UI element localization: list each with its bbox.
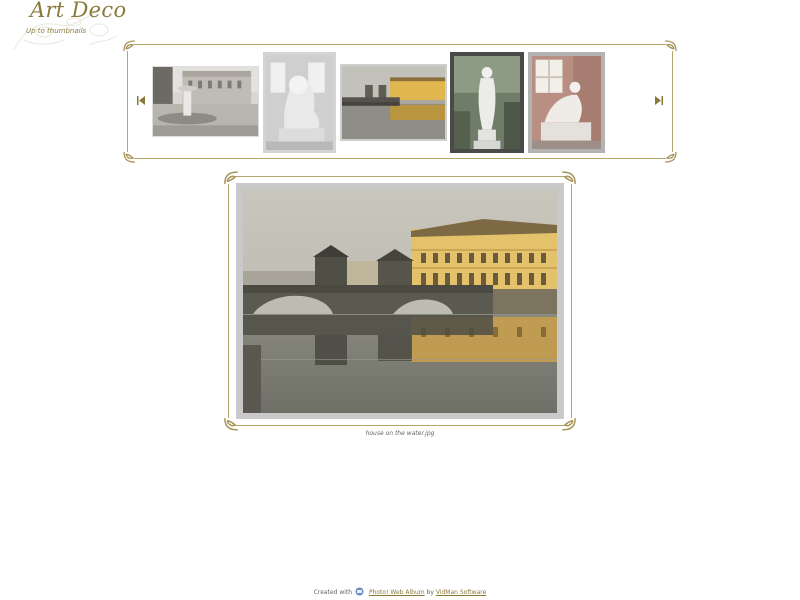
frame-border [127, 51, 128, 152]
vidman-software-link[interactable]: VidMan Software [436, 589, 486, 596]
corner-ornament-icon [123, 40, 136, 52]
next-arrow-icon[interactable] [655, 96, 663, 105]
frame-border [236, 176, 564, 177]
photo-caption: house on the water.jpg [365, 430, 435, 437]
prev-arrow-icon[interactable] [137, 96, 145, 105]
created-with-text: Created with [313, 589, 353, 596]
corner-ornament-icon [562, 418, 576, 431]
corner-ornament-icon [664, 40, 677, 52]
page-title: Art Deco [30, 0, 127, 22]
corner-ornament-icon [123, 151, 136, 163]
frame-border [228, 184, 229, 418]
filmstrip-frame [123, 40, 677, 163]
frame-border [672, 51, 673, 152]
by-text: by [426, 589, 434, 596]
up-to-thumbnails-link[interactable]: Up to thumbnails [26, 27, 86, 35]
corner-ornament-icon [224, 418, 238, 431]
main-photo[interactable] [236, 183, 564, 419]
thumbnail-house-on-water[interactable] [340, 64, 447, 141]
footer: Created with Photo! Web Album by VidMan … [0, 587, 800, 596]
thumbnail-venus-statue[interactable] [450, 52, 524, 153]
corner-ornament-icon [664, 151, 677, 163]
photo-frame [224, 171, 576, 431]
frame-border [571, 184, 572, 418]
frame-border [134, 158, 666, 159]
photo-web-album-link[interactable]: Photo! Web Album [369, 589, 425, 596]
frame-border [236, 425, 564, 426]
thumbnail-fountain[interactable] [152, 66, 259, 137]
photo-image [243, 189, 557, 413]
thumbnail-crouching-statue[interactable] [528, 52, 605, 153]
photo-web-album-icon [355, 587, 364, 596]
thumbnail-lion-statue[interactable] [263, 52, 336, 153]
frame-border [134, 44, 666, 45]
